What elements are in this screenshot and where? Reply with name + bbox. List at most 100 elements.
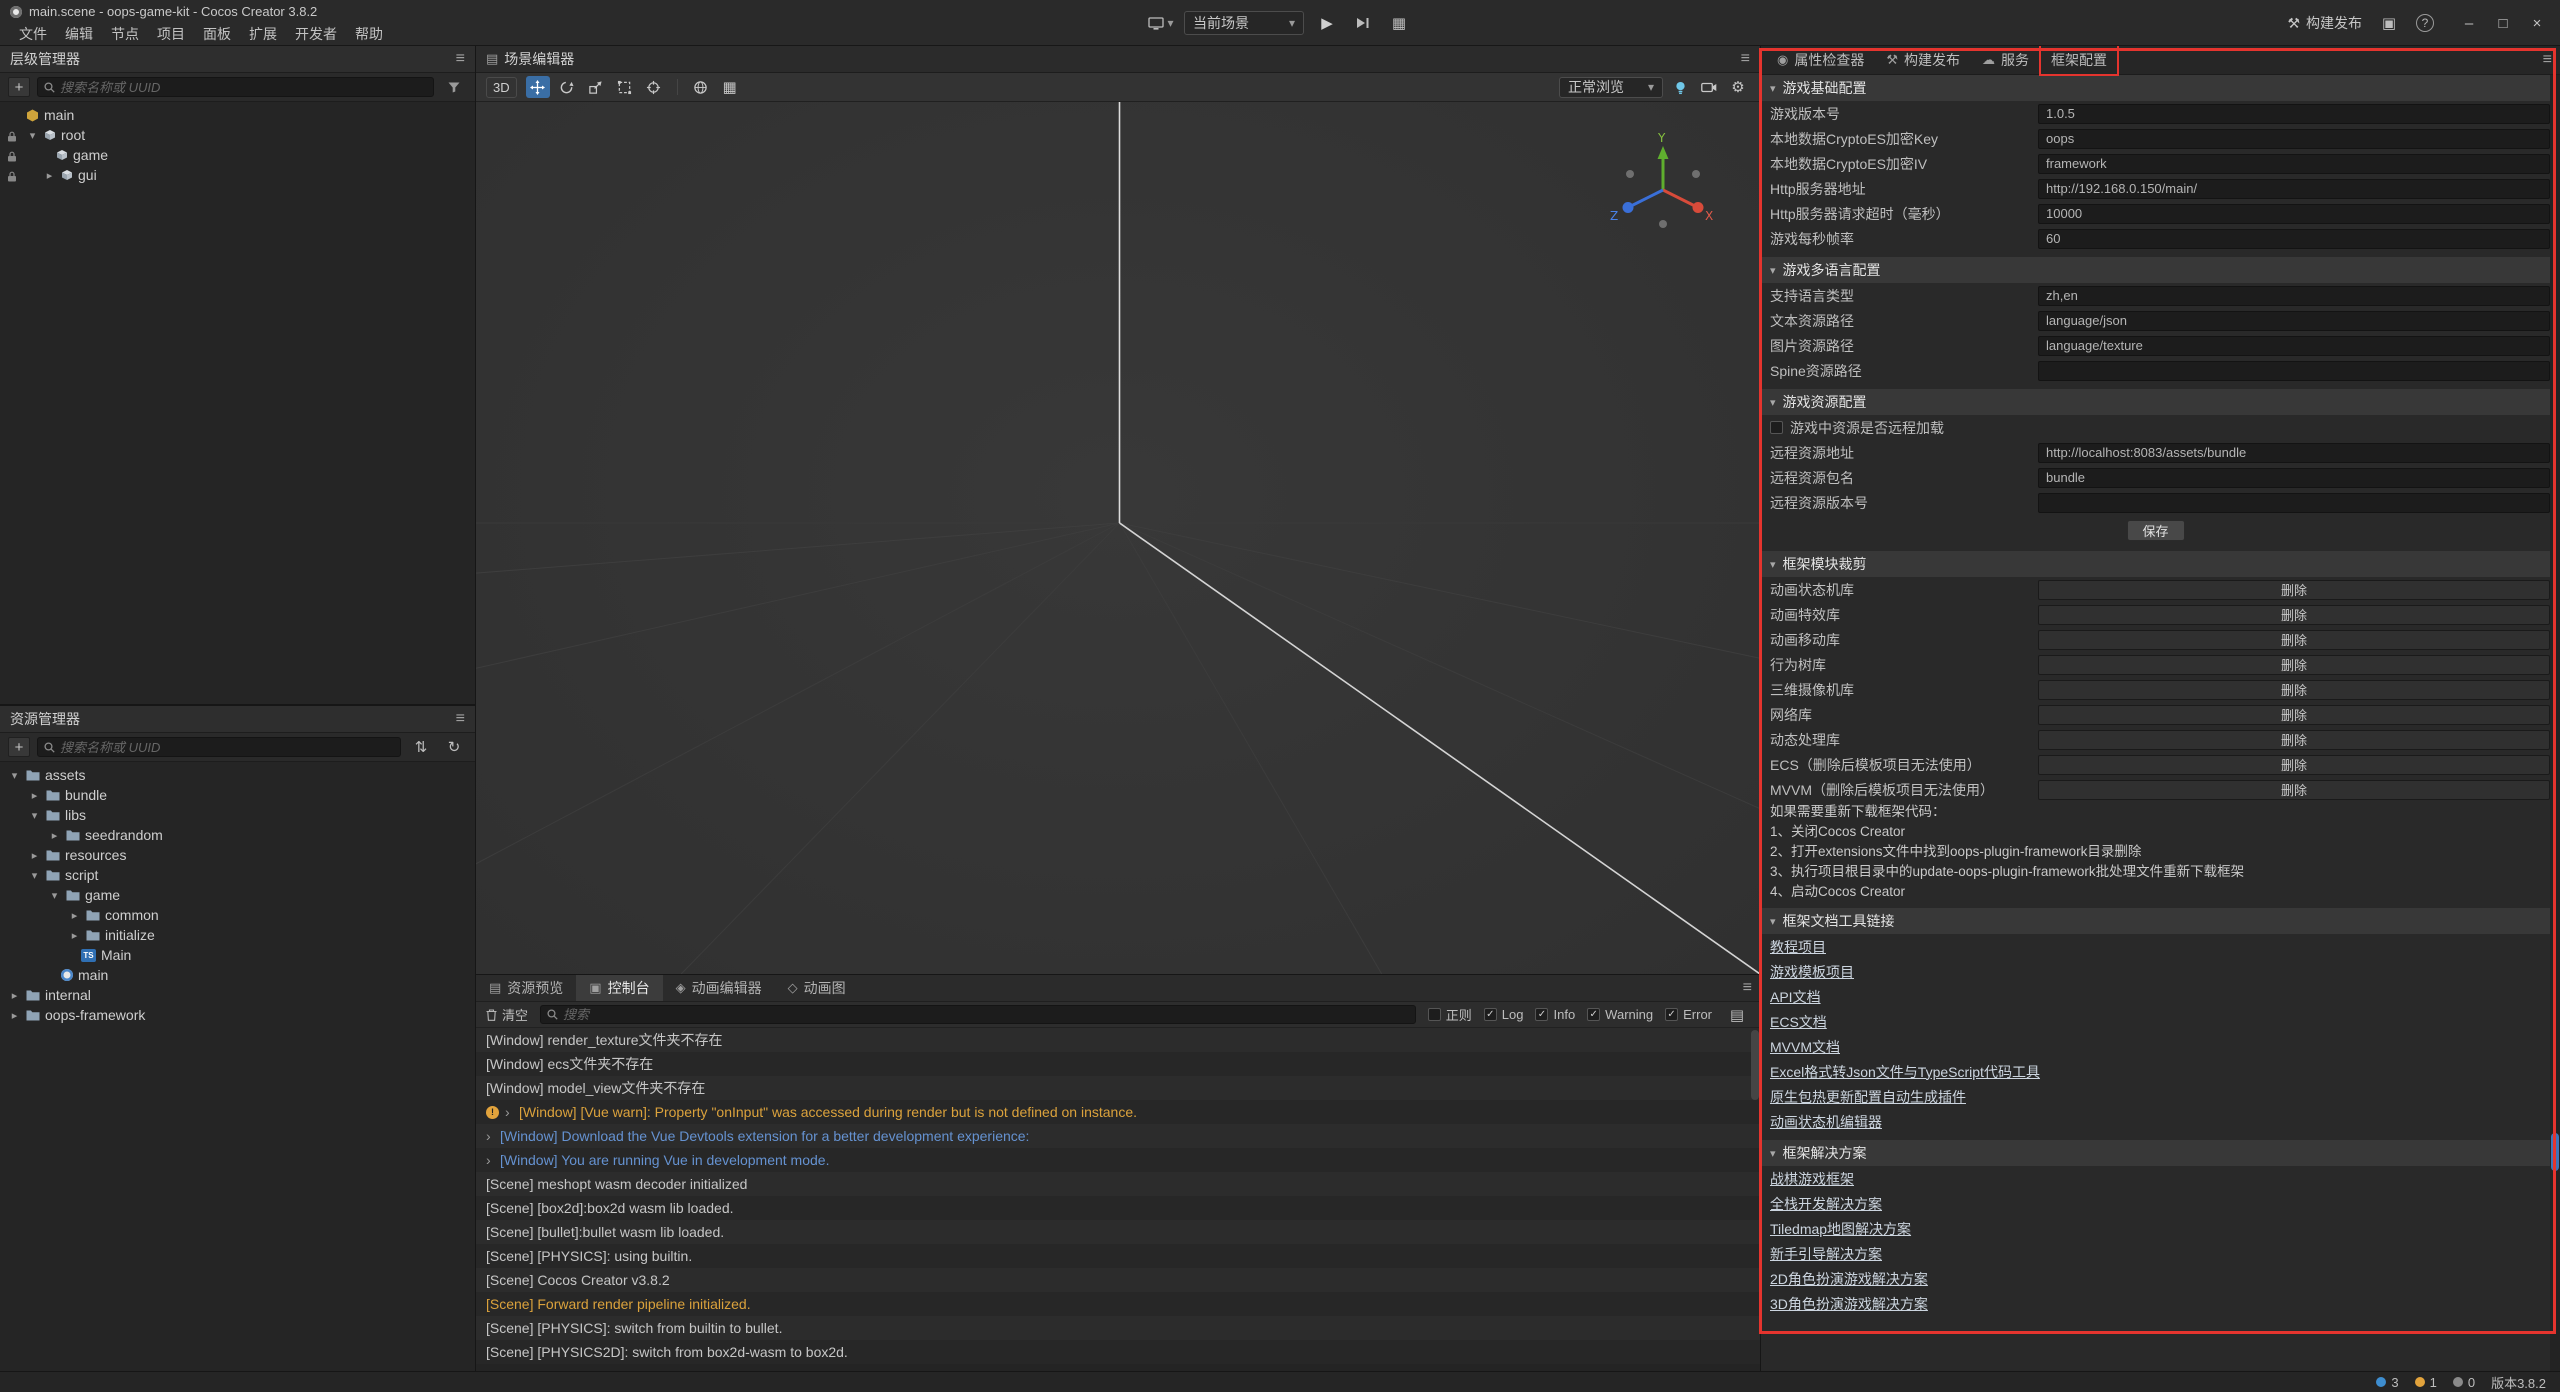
remote-url-input[interactable] [2038, 443, 2550, 463]
console-export-button[interactable]: ▤ [1724, 1003, 1750, 1027]
maximize-button[interactable]: □ [2488, 10, 2518, 36]
scene-gear-button[interactable]: ⚙ [1726, 76, 1750, 98]
spine-res-path-input[interactable] [2038, 361, 2550, 381]
languages-input[interactable] [2038, 286, 2550, 306]
asset-node-seedrandom[interactable]: ▸ seedrandom [0, 825, 475, 845]
asset-node-assets[interactable]: ▾ assets [0, 765, 475, 785]
lock-icon[interactable] [7, 129, 17, 145]
mode-3d-button[interactable]: 3D [486, 77, 517, 98]
fps-input[interactable] [2038, 229, 2550, 249]
close-button[interactable]: × [2522, 10, 2552, 36]
asset-node-resources[interactable]: ▸ resources [0, 845, 475, 865]
asset-node-internal[interactable]: ▸ internal [0, 985, 475, 1005]
menu-help[interactable]: 帮助 [346, 23, 392, 45]
asset-node-common[interactable]: ▸ common [0, 905, 475, 925]
solution-link[interactable]: 全栈开发解决方案 [1770, 1194, 1882, 1214]
asset-node-main[interactable]: main [0, 965, 475, 985]
scene-select-dropdown[interactable]: 当前场景 ▾ [1184, 11, 1304, 35]
text-res-path-input[interactable] [2038, 311, 2550, 331]
tab-asset-preview[interactable]: ▤ 资源预览 [476, 975, 576, 1001]
chevron-right-icon[interactable]: ▸ [28, 849, 41, 862]
asset-node-oops-framework[interactable]: ▸ oops-framework [0, 1005, 475, 1025]
console-line[interactable]: [Window] render_texture文件夹不存在 [476, 1028, 1760, 1052]
expand-icon[interactable]: › [505, 1100, 513, 1124]
remote-bundle-input[interactable] [2038, 468, 2550, 488]
hierarchy-node-gui[interactable]: ▸ gui [0, 165, 475, 185]
section-game-res[interactable]: ▾ 游戏资源配置 [1761, 389, 2550, 415]
lighting-toggle-button[interactable] [1668, 76, 1692, 98]
camera-settings-button[interactable] [1697, 76, 1721, 98]
chevron-down-icon[interactable]: ▾ [28, 869, 41, 882]
menu-developer[interactable]: 开发者 [286, 23, 346, 45]
play-button[interactable]: ▶ [1314, 11, 1340, 35]
console-line[interactable]: [Scene] Forward render pipeline initiali… [476, 1292, 1760, 1316]
filter-warning-checkbox[interactable]: ✓ Warning [1587, 1007, 1653, 1022]
console-line[interactable]: [Window] ecs文件夹不存在 [476, 1052, 1760, 1076]
asset-node-game[interactable]: ▾ game [0, 885, 475, 905]
tab-animation-graph[interactable]: ◇ 动画图 [775, 975, 859, 1001]
build-publish-button[interactable]: ⚒ 构建发布 [2287, 13, 2362, 33]
menu-project[interactable]: 项目 [148, 23, 194, 45]
module-delete-button[interactable]: 删除 [2038, 630, 2550, 650]
console-line[interactable]: [Scene] [PHYSICS]: switch from builtin t… [476, 1316, 1760, 1340]
solution-link[interactable]: 新手引导解决方案 [1770, 1244, 1882, 1264]
image-res-path-input[interactable] [2038, 336, 2550, 356]
console-line[interactable]: › [Window] Download the Vue Devtools ext… [476, 1124, 1760, 1148]
console-line[interactable]: [Scene] Cocos Creator v3.8.2 [476, 1268, 1760, 1292]
chevron-down-icon[interactable]: ▾ [26, 129, 39, 142]
refresh-assets-button[interactable]: ↻ [441, 735, 467, 759]
doc-link[interactable]: 原生包热更新配置自动生成插件 [1770, 1087, 1966, 1107]
warning-count[interactable]: 1 [2415, 1375, 2437, 1390]
menu-panel[interactable]: 面板 [194, 23, 240, 45]
preview-device-button[interactable]: ▾ [1148, 11, 1174, 35]
menu-extension[interactable]: 扩展 [240, 23, 286, 45]
world-space-button[interactable] [689, 76, 713, 98]
hierarchy-node-game[interactable]: game [0, 145, 475, 165]
remote-version-input[interactable] [2038, 493, 2550, 513]
tab-service[interactable]: ☁ 服务 [1972, 46, 2039, 74]
asset-node-libs[interactable]: ▾ libs [0, 805, 475, 825]
module-delete-button[interactable]: 删除 [2038, 605, 2550, 625]
doc-link[interactable]: 动画状态机编辑器 [1770, 1112, 1882, 1132]
module-delete-button[interactable]: 删除 [2038, 580, 2550, 600]
regex-checkbox[interactable]: 正则 [1428, 1005, 1472, 1024]
layout-button[interactable]: ▦ [1386, 11, 1412, 35]
menu-edit[interactable]: 编辑 [56, 23, 102, 45]
sort-assets-button[interactable]: ⇅ [408, 735, 434, 759]
section-modules[interactable]: ▾ 框架模块裁剪 [1761, 551, 2550, 577]
console-line[interactable]: › [Window] You are running Vue in develo… [476, 1148, 1760, 1172]
tab-property-inspector[interactable]: ◉ 属性检查器 [1767, 46, 1874, 74]
console-log-list[interactable]: [Window] render_texture文件夹不存在 [Window] e… [476, 1028, 1760, 1371]
move-tool-button[interactable] [526, 76, 550, 98]
crypto-key-input[interactable] [2038, 129, 2550, 149]
doc-link[interactable]: 教程项目 [1770, 937, 1826, 957]
module-delete-button[interactable]: 删除 [2038, 655, 2550, 675]
module-delete-button[interactable]: 删除 [2038, 680, 2550, 700]
menu-node[interactable]: 节点 [102, 23, 148, 45]
filter-info-checkbox[interactable]: ✓ Info [1535, 1007, 1575, 1022]
rect-tool-button[interactable] [613, 76, 637, 98]
menu-file[interactable]: 文件 [10, 23, 56, 45]
chevron-down-icon[interactable]: ▾ [8, 769, 21, 782]
hierarchy-node-root[interactable]: ▾ root [0, 125, 475, 145]
console-search[interactable] [540, 1005, 1416, 1024]
asset-node-script[interactable]: ▾ script [0, 865, 475, 885]
rotate-tool-button[interactable] [555, 76, 579, 98]
asset-node-initialize[interactable]: ▸ initialize [0, 925, 475, 945]
clear-console-button[interactable]: 清空 [486, 1005, 528, 1024]
solution-link[interactable]: 2D角色扮演游戏解决方案 [1770, 1269, 1928, 1289]
doc-link[interactable]: MVVM文档 [1770, 1037, 1840, 1057]
console-line[interactable]: [Scene] [bullet]:bullet wasm lib loaded. [476, 1220, 1760, 1244]
hierarchy-search-input[interactable] [60, 80, 427, 95]
solution-link[interactable]: 3D角色扮演游戏解决方案 [1770, 1294, 1928, 1314]
view-mode-dropdown[interactable]: 正常浏览 ▾ [1559, 77, 1663, 98]
doc-link[interactable]: Excel格式转Json文件与TypeScript代码工具 [1770, 1062, 2040, 1082]
console-search-input[interactable] [563, 1007, 1409, 1022]
tab-console[interactable]: ▣ 控制台 [576, 975, 662, 1001]
chevron-right-icon[interactable]: ▸ [8, 1009, 21, 1022]
orientation-gizmo[interactable]: Y X Z [1608, 132, 1718, 242]
module-delete-button[interactable]: 删除 [2038, 780, 2550, 800]
minimize-button[interactable]: – [2454, 10, 2484, 36]
console-line[interactable]: ! › [Window] [Vue warn]: Property "onInp… [476, 1100, 1760, 1124]
panel-menu-icon[interactable]: ≡ [2543, 51, 2552, 69]
